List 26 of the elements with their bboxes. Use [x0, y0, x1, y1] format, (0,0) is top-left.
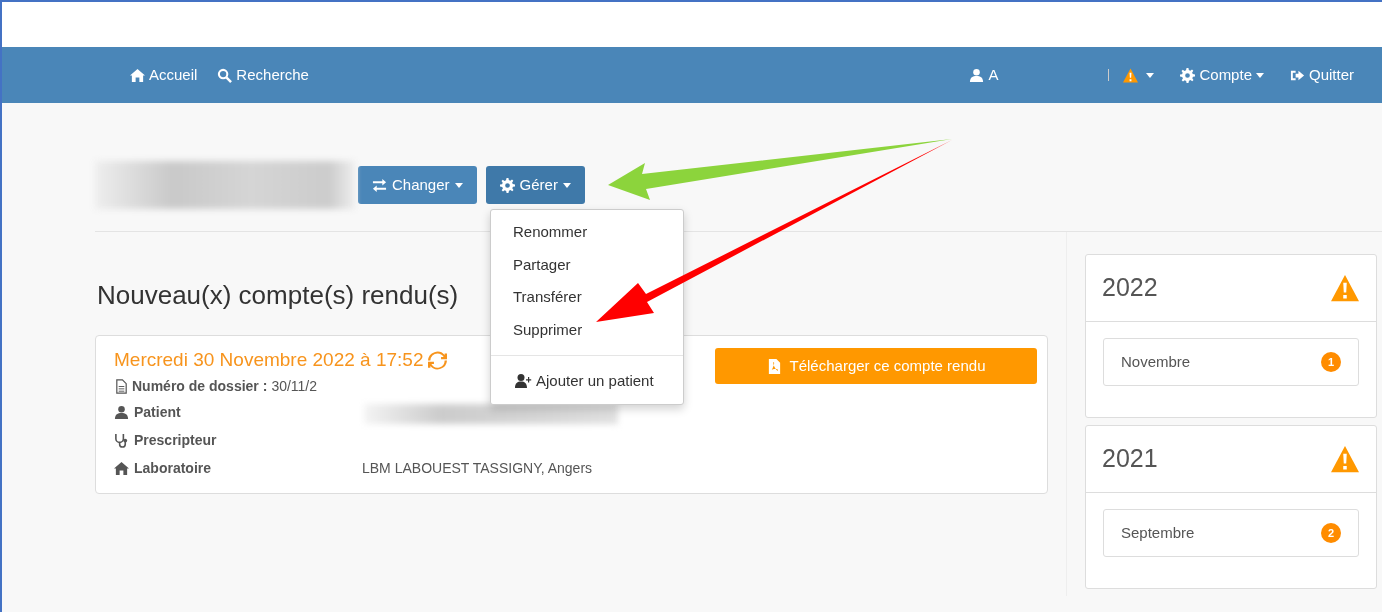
menu-item[interactable]: Transférer — [491, 281, 683, 314]
month-item[interactable]: Novembre 1 — [1103, 337, 1359, 386]
count-badge: 1 — [1320, 351, 1341, 372]
field-value: 30/11/2 — [271, 377, 318, 396]
user-link[interactable]: A — [959, 63, 1009, 87]
menu-item[interactable]: Partager — [491, 248, 683, 281]
menu-item[interactable]: Supprimer — [491, 313, 683, 346]
logout-link[interactable]: Quitter — [1280, 63, 1364, 87]
account-dropdown[interactable]: Compte — [1170, 63, 1274, 87]
nav-link[interactable]: Accueil — [120, 63, 208, 87]
dropdown-button[interactable]: Gérer — [485, 166, 585, 204]
month-item[interactable]: Septembre 2 — [1103, 508, 1359, 557]
report-date: Mercredi 30 Novembre 2022 à 17:52 — [114, 348, 424, 372]
dropdown-button[interactable]: Changer — [358, 166, 477, 204]
field-value: LBM LABOUEST TASSIGNY, Angers — [362, 459, 593, 478]
nav-link[interactable]: Recherche — [207, 63, 319, 87]
year-title: 2022 — [1102, 272, 1158, 303]
field-label: Numéro de dossier : — [132, 377, 268, 396]
menu-item[interactable]: Renommer — [491, 216, 683, 249]
section-title: Nouveau(x) compte(s) rendu(s) — [97, 279, 459, 312]
field-label: Laboratoire — [134, 459, 211, 478]
count-badge: 2 — [1320, 522, 1341, 543]
year-title: 2021 — [1102, 443, 1158, 474]
field-label: Patient — [134, 403, 181, 422]
field-label: Prescripteur — [134, 431, 217, 450]
menu-item[interactable]: Ajouter un patient — [491, 365, 683, 398]
